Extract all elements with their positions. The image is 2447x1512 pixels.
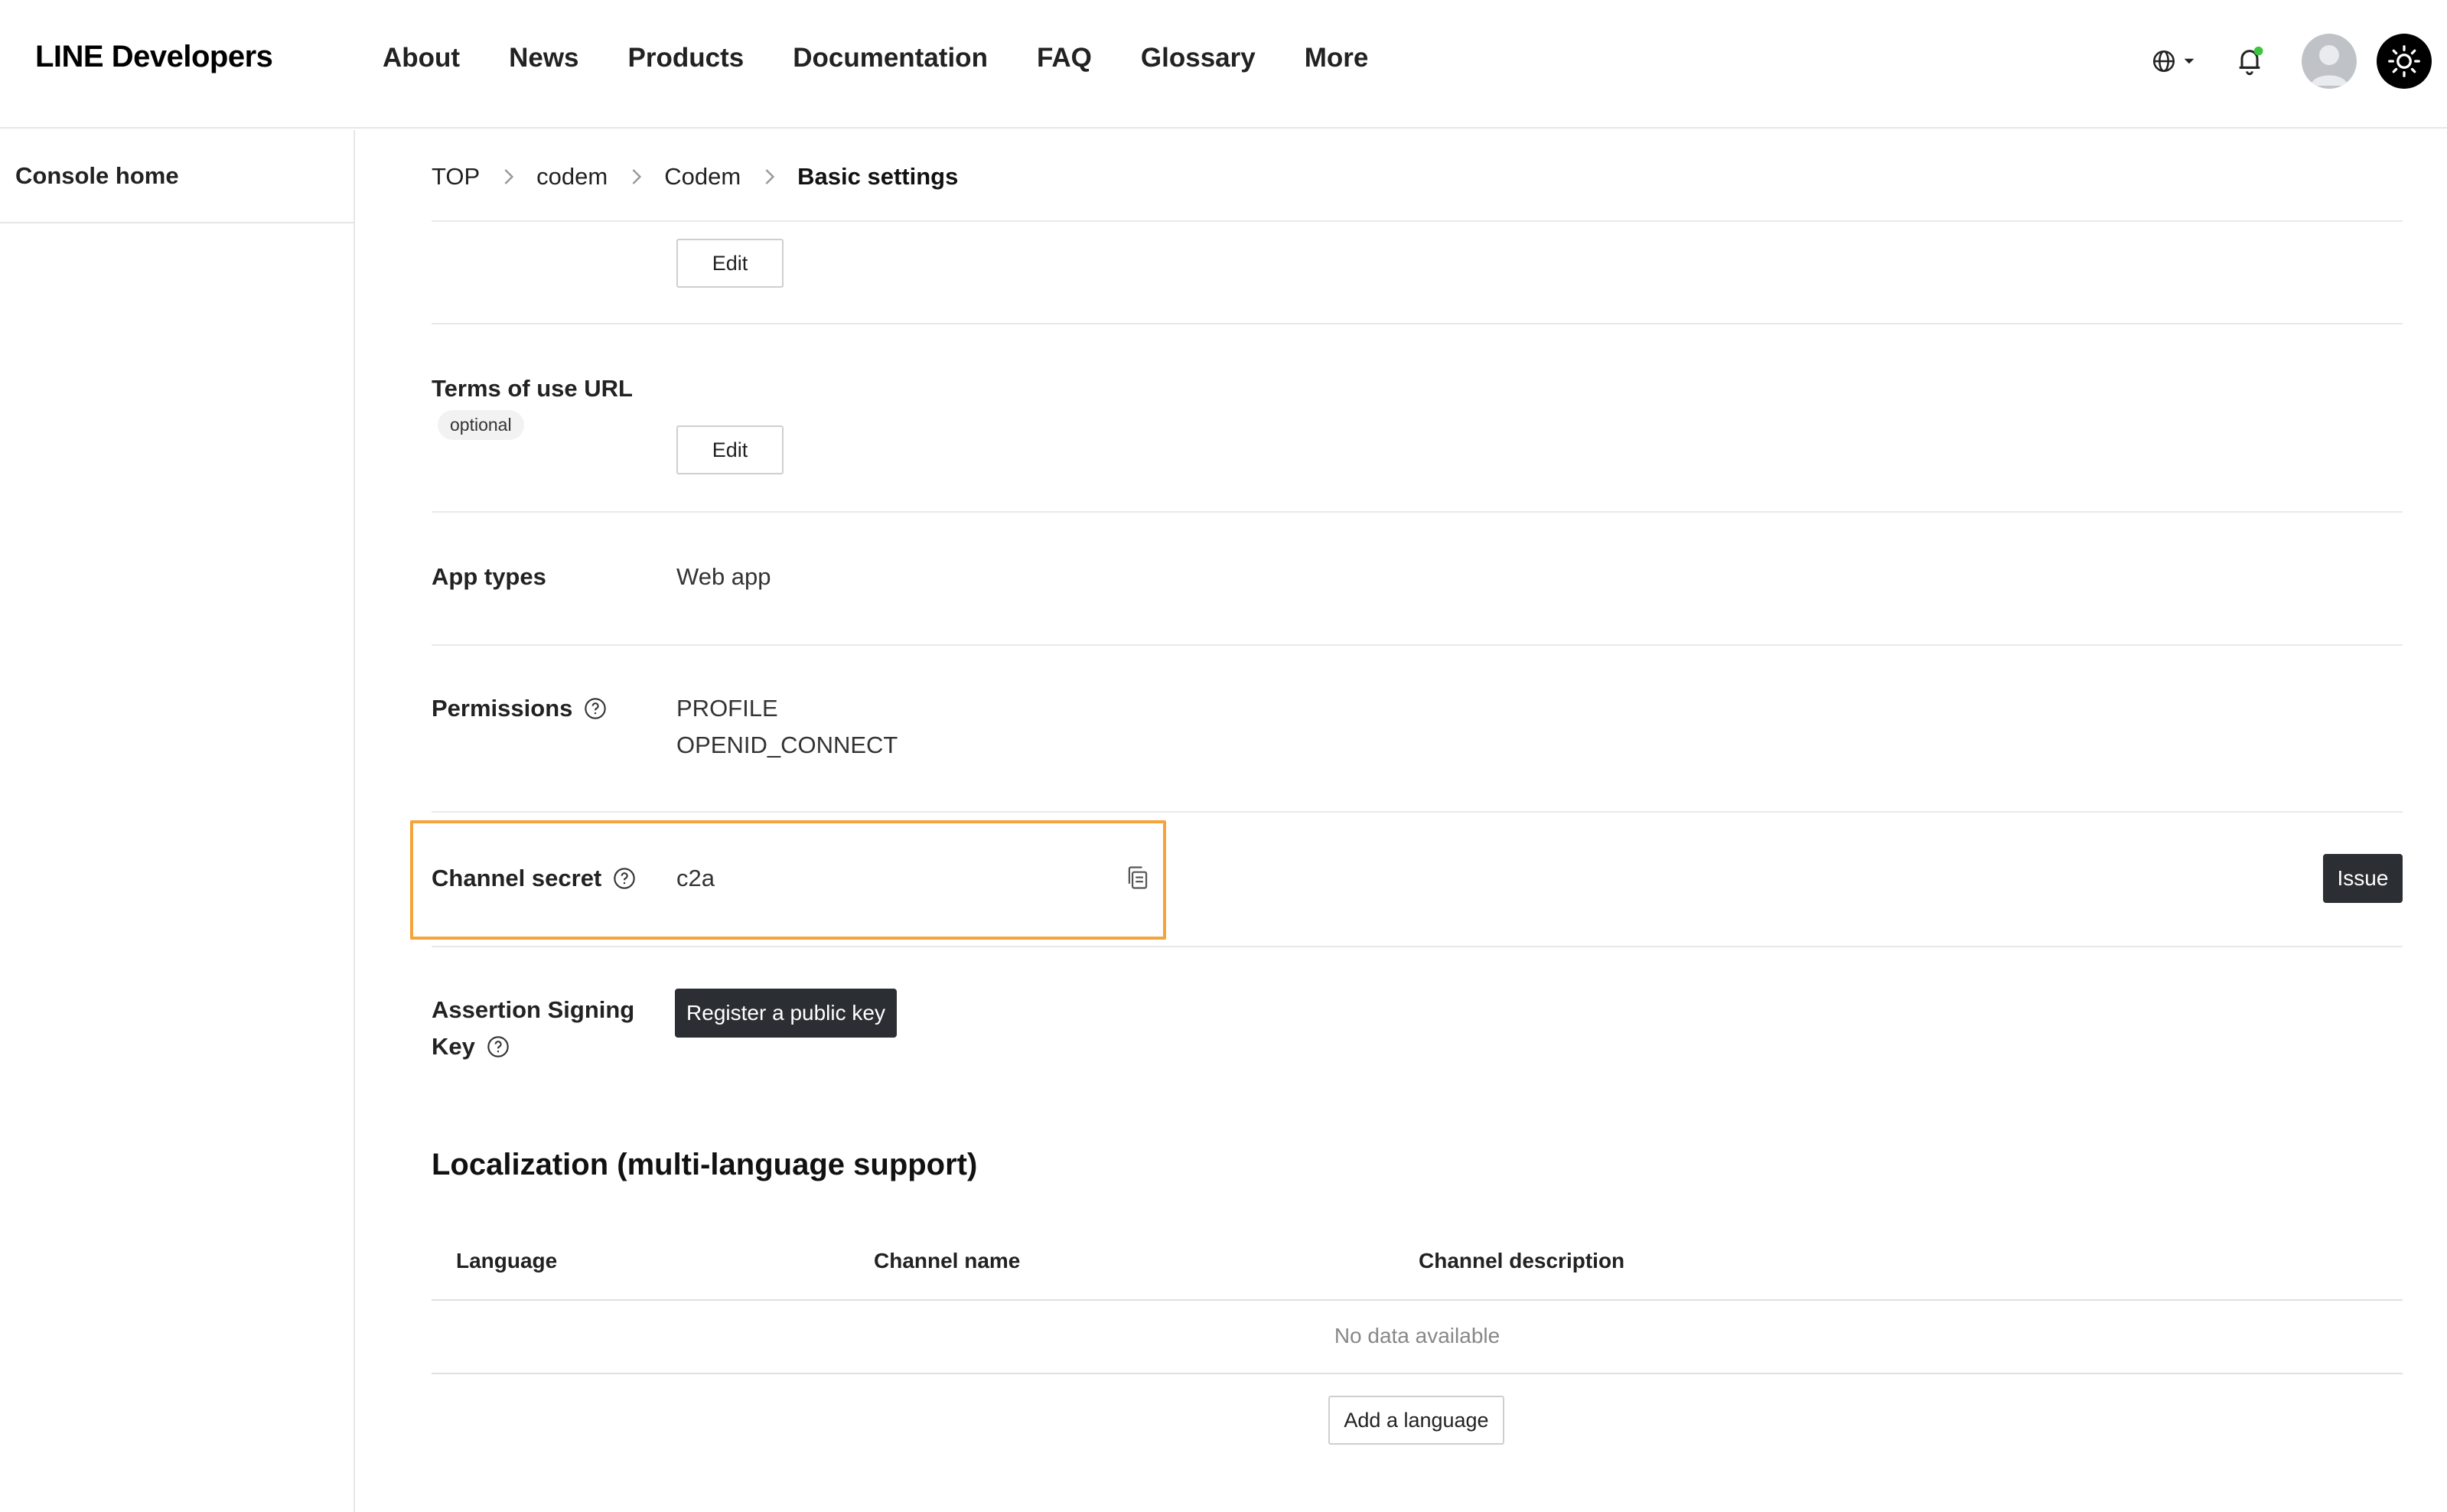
permission-profile: PROFILE	[676, 695, 778, 722]
localization-title: Localization (multi-language support)	[432, 1148, 978, 1181]
assertion-label-line2-wrap: Key	[432, 1028, 510, 1065]
theme-toggle[interactable]	[2377, 34, 2432, 89]
assertion-label-line2: Key	[432, 1033, 475, 1060]
privacy-edit-button[interactable]: Edit	[676, 239, 784, 288]
channel-secret-value[interactable]: c2a	[676, 865, 715, 892]
chevron-right-icon	[762, 168, 776, 185]
globe-icon	[2152, 50, 2175, 73]
nav-more[interactable]: More	[1305, 43, 1369, 73]
permission-openid-connect: OPENID_CONNECT	[676, 732, 898, 758]
localization-section: Localization (multi-language support) La…	[432, 1148, 2403, 1512]
sun-icon	[2388, 45, 2420, 77]
help-circle-icon[interactable]	[612, 866, 637, 891]
terms-of-use-label-text: Terms of use URL	[432, 375, 633, 402]
permissions-label-text: Permissions	[432, 695, 573, 722]
breadcrumb-current: Basic settings	[797, 163, 959, 190]
breadcrumb-channel[interactable]: Codem	[664, 163, 741, 191]
caret-down-icon	[2184, 58, 2194, 64]
register-public-key-button[interactable]: Register a public key	[675, 989, 897, 1038]
help-circle-icon[interactable]	[486, 1035, 510, 1059]
channel-secret-label-text: Channel secret	[432, 865, 602, 891]
main-nav: About News Products Documentation FAQ Gl…	[383, 43, 1417, 73]
terms-edit-button[interactable]: Edit	[676, 425, 784, 474]
nav-news[interactable]: News	[509, 43, 578, 73]
user-avatar[interactable]	[2302, 34, 2357, 89]
chevron-right-icon	[501, 168, 515, 185]
main-content: TOP codem Codem Basic settings Edit Term…	[410, 130, 2403, 1512]
issue-button[interactable]: Issue	[2323, 854, 2403, 903]
column-language: Language	[456, 1249, 558, 1272]
localization-table-header: Language Channel name Channel descriptio…	[432, 1221, 2403, 1301]
assertion-signing-key-row: Assertion Signing Key Register a public …	[432, 947, 2403, 1148]
nav-products[interactable]: Products	[628, 43, 745, 73]
help-circle-icon[interactable]	[583, 696, 608, 721]
privacy-policy-row: Edit	[432, 222, 2403, 324]
sidebar: Console home	[0, 130, 355, 1512]
nav-documentation[interactable]: Documentation	[793, 43, 988, 73]
terms-of-use-row: Terms of use URL optional Edit	[432, 324, 2403, 513]
nav-about[interactable]: About	[383, 43, 460, 73]
column-channel-name: Channel name	[874, 1249, 1021, 1272]
language-selector[interactable]	[2147, 46, 2199, 77]
breadcrumb-provider[interactable]: codem	[536, 163, 608, 191]
line-developers-logo[interactable]: LINE Developers	[35, 40, 273, 74]
app-types-value: Web app	[676, 563, 771, 590]
channel-secret-label: Channel secret	[432, 865, 637, 892]
permissions-row: Permissions PROFILE OPENID_CONNECT	[432, 646, 2403, 813]
breadcrumb: TOP codem Codem Basic settings	[432, 130, 2403, 222]
app-types-row: App types Web app	[432, 513, 2403, 646]
copy-icon[interactable]	[1125, 865, 1151, 896]
nav-glossary[interactable]: Glossary	[1141, 43, 1256, 73]
sidebar-item-console-home[interactable]: Console home	[0, 130, 354, 223]
assertion-signing-key-label: Assertion Signing Key	[432, 992, 634, 1065]
optional-badge: optional	[438, 410, 524, 440]
channel-secret-row: Channel secret c2a Issue	[410, 813, 2403, 947]
breadcrumb-top[interactable]: TOP	[432, 163, 480, 191]
column-channel-description: Channel description	[1419, 1249, 1625, 1272]
chevron-right-icon	[629, 168, 643, 185]
notifications-button[interactable]	[2234, 44, 2265, 78]
localization-empty-row: No data available	[432, 1301, 2403, 1374]
avatar-icon	[2311, 45, 2348, 86]
terms-of-use-label: Terms of use URL optional	[432, 375, 633, 440]
assertion-label-line1: Assertion Signing	[432, 996, 635, 1023]
top-header: LINE Developers About News Products Docu…	[0, 0, 2447, 129]
nav-faq[interactable]: FAQ	[1037, 43, 1092, 73]
app-types-label: App types	[432, 563, 546, 590]
add-language-button[interactable]: Add a language	[1328, 1396, 1504, 1445]
bell-icon	[2239, 46, 2263, 76]
permissions-label: Permissions	[432, 695, 608, 722]
